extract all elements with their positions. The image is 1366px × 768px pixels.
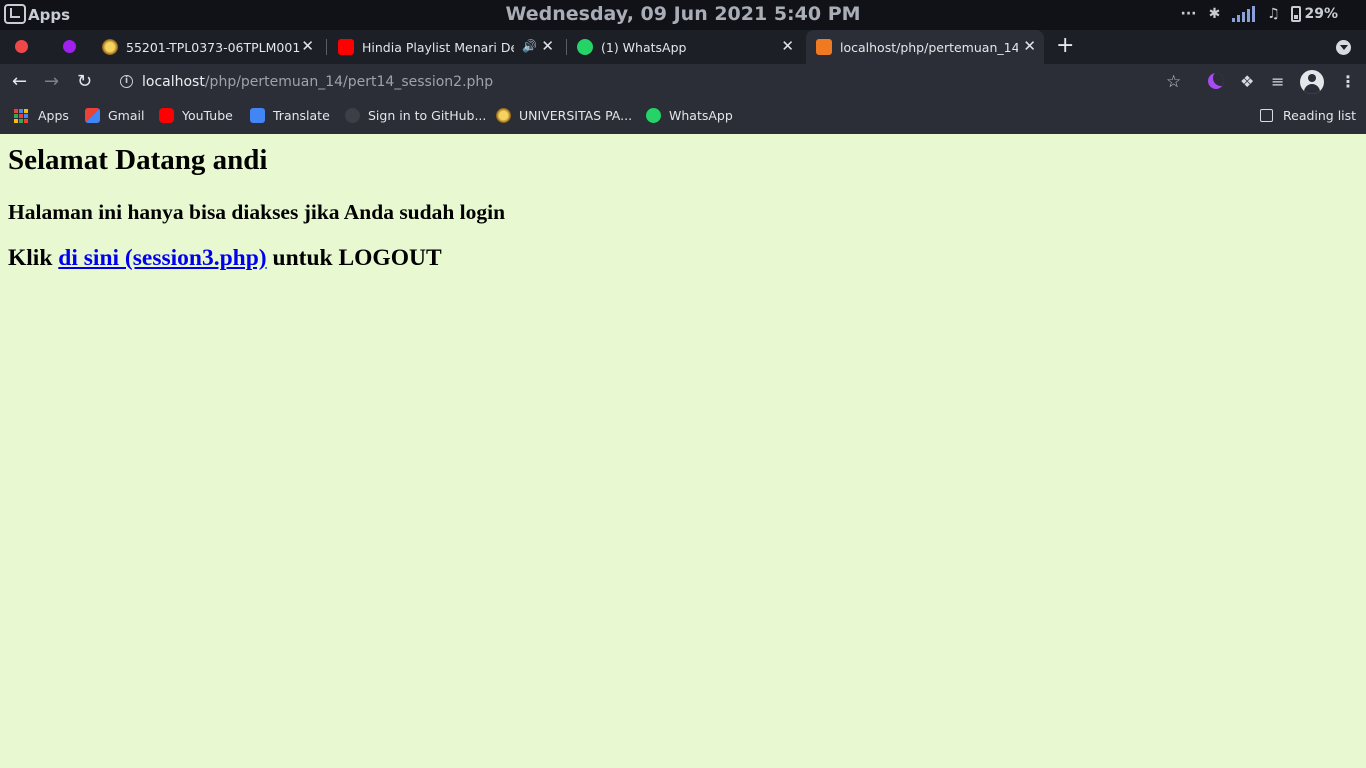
- tab-divider: [326, 39, 327, 55]
- bookmark-label: YouTube: [182, 108, 233, 123]
- bookmark-github[interactable]: Sign in to GitHub...: [345, 108, 486, 123]
- os-top-panel: Apps Wednesday, 09 Jun 2021 5:40 PM ··· …: [0, 0, 1366, 30]
- menu-kebab-icon[interactable]: ⋮: [1340, 72, 1356, 92]
- browser-toolbar: ← → ↻ i localhost/php/pertemuan_14/pert1…: [0, 64, 1366, 100]
- pinned-tab-red-icon[interactable]: [15, 40, 28, 53]
- bookmark-gmail[interactable]: Gmail: [85, 108, 144, 123]
- bookmark-universitas[interactable]: UNIVERSITAS PA...: [496, 108, 632, 123]
- forward-button[interactable]: →: [44, 72, 59, 92]
- bookmark-label: UNIVERSITAS PA...: [519, 108, 633, 123]
- google-translate-icon: [250, 108, 265, 123]
- youtube-icon: [159, 108, 174, 123]
- site-info-icon[interactable]: i: [120, 75, 133, 88]
- tab-search-icon[interactable]: [1336, 40, 1351, 55]
- reading-list-button[interactable]: Reading list: [1260, 108, 1356, 123]
- tab-youtube[interactable]: Hindia Playlist Menari Dengan Bayangan 🔊…: [332, 30, 562, 64]
- tab-title: localhost/php/pertemuan_14/pert14_sessio…: [840, 39, 1018, 55]
- signal-icon[interactable]: [1232, 6, 1256, 22]
- more-icon[interactable]: ···: [1180, 6, 1197, 22]
- logout-line: Klik di sini (session3.php) untuk LOGOUT: [8, 245, 442, 272]
- whatsapp-icon: [646, 108, 661, 123]
- tab-strip: 55201-TPL0373-06TPLM001-2021 ✕ Hindia Pl…: [0, 30, 1366, 64]
- welcome-heading: Selamat Datang andi: [8, 144, 268, 176]
- university-icon: [496, 108, 511, 123]
- logout-suffix: untuk LOGOUT: [266, 245, 442, 271]
- bookmark-label: WhatsApp: [669, 108, 733, 123]
- extensions-puzzle-icon[interactable]: ❖: [1240, 72, 1254, 92]
- bluetooth-icon[interactable]: ✱: [1206, 6, 1222, 22]
- battery-icon: [1291, 6, 1302, 22]
- os-clock[interactable]: Wednesday, 09 Jun 2021 5:40 PM: [0, 3, 1366, 25]
- bookmark-youtube[interactable]: YouTube: [159, 108, 233, 123]
- close-icon[interactable]: ✕: [781, 38, 794, 54]
- bookmark-label: Apps: [38, 108, 69, 123]
- youtube-favicon-icon: [338, 39, 354, 55]
- url-text[interactable]: localhost/php/pertemuan_14/pert14_sessio…: [142, 74, 493, 90]
- battery-percent: 29%: [1304, 6, 1338, 22]
- xampp-favicon-icon: [816, 39, 832, 55]
- bookmark-translate[interactable]: Translate: [250, 108, 330, 123]
- url-path: /php/pertemuan_14/pert14_session2.php: [204, 74, 494, 90]
- url-host: localhost: [142, 74, 205, 90]
- speaker-icon[interactable]: 🔊: [522, 39, 537, 53]
- bookmark-star-icon[interactable]: ☆: [1166, 72, 1181, 92]
- bookmark-whatsapp[interactable]: WhatsApp: [646, 108, 733, 123]
- apps-grid-icon: [14, 108, 28, 123]
- close-icon[interactable]: ✕: [301, 38, 314, 54]
- reload-button[interactable]: ↻: [77, 72, 92, 92]
- login-notice: Halaman ini hanya bisa diakses jika Anda…: [8, 200, 506, 224]
- bookmark-label: Translate: [273, 108, 330, 123]
- page-content: Selamat Datang andi Halaman ini hanya bi…: [0, 134, 1366, 768]
- dark-mode-extension-icon[interactable]: [1208, 73, 1224, 89]
- logout-link[interactable]: di sini (session3.php): [58, 245, 266, 271]
- bookmarks-bar: Apps Gmail YouTube Translate Sign in to …: [0, 100, 1366, 134]
- system-tray: ··· ✱ ♫ 29%: [1180, 6, 1338, 22]
- media-queue-icon[interactable]: ≡: [1271, 72, 1284, 92]
- tab-title: Hindia Playlist Menari Dengan Bayangan: [362, 39, 514, 55]
- whatsapp-favicon-icon: [577, 39, 593, 55]
- tab-elearning[interactable]: 55201-TPL0373-06TPLM001-2021 ✕: [96, 30, 322, 64]
- music-icon[interactable]: ♫: [1265, 6, 1281, 22]
- bookmark-label: Sign in to GitHub...: [368, 108, 487, 123]
- reading-list-icon: [1260, 109, 1273, 122]
- github-icon: [345, 108, 360, 123]
- tab-whatsapp[interactable]: (1) WhatsApp ✕: [572, 30, 802, 64]
- reading-list-label: Reading list: [1283, 108, 1357, 123]
- pinned-tab-purple-icon[interactable]: [63, 40, 76, 53]
- close-icon[interactable]: ✕: [1023, 38, 1036, 54]
- tab-localhost-active[interactable]: localhost/php/pertemuan_14/pert14_sessio…: [806, 30, 1044, 64]
- address-bar[interactable]: i localhost/php/pertemuan_14/pert14_sess…: [108, 67, 1196, 97]
- tab-title: 55201-TPL0373-06TPLM001-2021: [126, 39, 300, 55]
- tab-divider: [566, 39, 567, 55]
- logout-prefix: Klik: [8, 245, 59, 271]
- university-favicon-icon: [102, 39, 118, 55]
- profile-avatar[interactable]: [1300, 70, 1324, 94]
- tab-title: (1) WhatsApp: [601, 39, 687, 55]
- back-button[interactable]: ←: [12, 72, 27, 92]
- bookmark-apps[interactable]: Apps: [14, 108, 69, 123]
- battery-indicator[interactable]: 29%: [1291, 6, 1338, 22]
- close-icon[interactable]: ✕: [541, 38, 554, 54]
- gmail-icon: [85, 108, 100, 123]
- bookmark-label: Gmail: [108, 108, 145, 123]
- new-tab-button[interactable]: +: [1056, 35, 1074, 57]
